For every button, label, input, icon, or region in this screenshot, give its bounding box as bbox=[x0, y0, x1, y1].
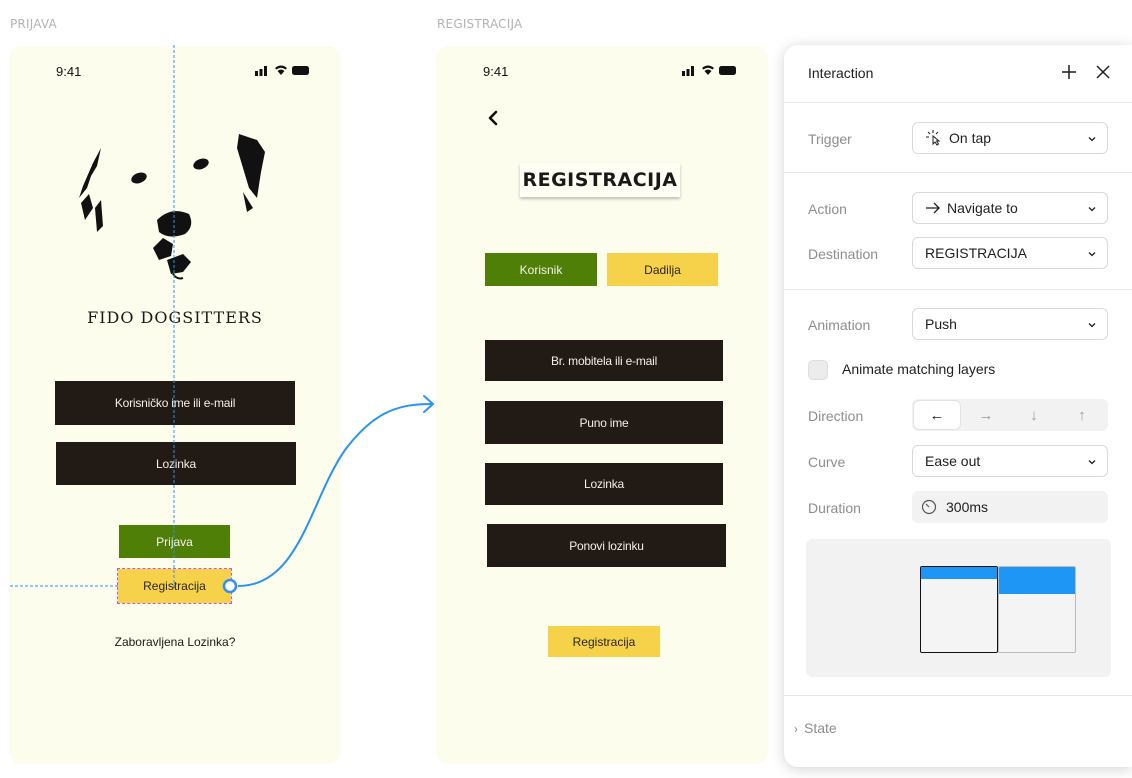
direction-up-button[interactable]: ↑ bbox=[1059, 401, 1105, 429]
animation-select[interactable]: Push bbox=[912, 308, 1108, 340]
destination-value: REGISTRACIJA bbox=[925, 245, 1027, 261]
action-select[interactable]: Navigate to bbox=[912, 192, 1108, 224]
add-icon[interactable] bbox=[1059, 62, 1079, 82]
duration-label: Duration bbox=[808, 500, 861, 516]
close-icon[interactable] bbox=[1093, 62, 1113, 82]
chevron-down-icon bbox=[1088, 207, 1096, 212]
phone-email-input[interactable]: Br. mobitela ili e-mail bbox=[485, 340, 723, 381]
panel-title: Interaction bbox=[808, 65, 874, 81]
tap-icon bbox=[926, 130, 941, 146]
divider bbox=[784, 289, 1132, 290]
state-section-toggle[interactable]: › State bbox=[794, 720, 837, 736]
trigger-value: On tap bbox=[949, 130, 992, 146]
direction-down-button[interactable]: ↓ bbox=[1011, 401, 1057, 429]
divider bbox=[784, 695, 1132, 696]
fullname-input[interactable]: Puno ime bbox=[485, 401, 723, 444]
status-bar: 9:41 bbox=[436, 46, 768, 96]
tab-korisnik[interactable]: Korisnik bbox=[485, 253, 597, 286]
divider bbox=[784, 172, 1132, 173]
state-label: State bbox=[804, 720, 837, 736]
trigger-select[interactable]: On tap bbox=[912, 122, 1108, 154]
duration-input[interactable]: 300ms bbox=[912, 491, 1108, 523]
chevron-down-icon bbox=[1088, 252, 1096, 257]
destination-select[interactable]: REGISTRACIJA bbox=[912, 237, 1108, 269]
back-chevron-icon[interactable] bbox=[486, 110, 500, 126]
direction-right-button[interactable]: → bbox=[963, 401, 1009, 429]
animate-matching-label[interactable]: Animate matching layers bbox=[842, 361, 995, 377]
direction-label: Direction bbox=[808, 408, 864, 424]
tab-dadilja[interactable]: Dadilja bbox=[607, 253, 718, 286]
chevron-down-icon bbox=[1088, 323, 1096, 328]
animation-value: Push bbox=[925, 316, 957, 332]
destination-label: Destination bbox=[808, 246, 879, 262]
preview-screen-next bbox=[998, 566, 1076, 653]
register-submit-button[interactable]: Registracija bbox=[548, 626, 660, 657]
action-label: Action bbox=[808, 201, 847, 217]
password-input[interactable]: Lozinka bbox=[485, 463, 723, 505]
repeat-password-input[interactable]: Ponovi lozinku bbox=[487, 524, 726, 567]
direction-segmented: ← → ↓ ↑ bbox=[912, 399, 1108, 431]
register-title: REGISTRACIJA bbox=[520, 163, 680, 197]
animation-preview bbox=[806, 539, 1111, 677]
action-value: Navigate to bbox=[947, 200, 1018, 216]
chevron-right-icon: › bbox=[794, 722, 798, 736]
duration-value: 300ms bbox=[946, 499, 989, 515]
divider bbox=[784, 102, 1132, 103]
animate-matching-checkbox[interactable] bbox=[808, 360, 828, 380]
curve-value: Ease out bbox=[925, 453, 981, 469]
direction-left-button[interactable]: ← bbox=[914, 401, 960, 429]
animation-label: Animation bbox=[808, 317, 871, 333]
chevron-down-icon bbox=[1088, 137, 1096, 142]
trigger-label: Trigger bbox=[808, 131, 852, 147]
interaction-panel: Interaction Trigger On tap Action Naviga… bbox=[784, 45, 1132, 767]
curve-label: Curve bbox=[808, 454, 846, 470]
timer-icon bbox=[921, 499, 937, 515]
chevron-down-icon bbox=[1088, 460, 1096, 465]
status-icons bbox=[682, 65, 736, 76]
status-time: 9:41 bbox=[483, 64, 509, 79]
curve-select[interactable]: Ease out bbox=[912, 445, 1108, 477]
preview-screen-current bbox=[920, 566, 998, 653]
register-frame[interactable]: 9:41 REGISTRACIJA Korisnik Dadilja Br. m… bbox=[436, 46, 768, 764]
arrow-right-icon bbox=[926, 202, 940, 214]
